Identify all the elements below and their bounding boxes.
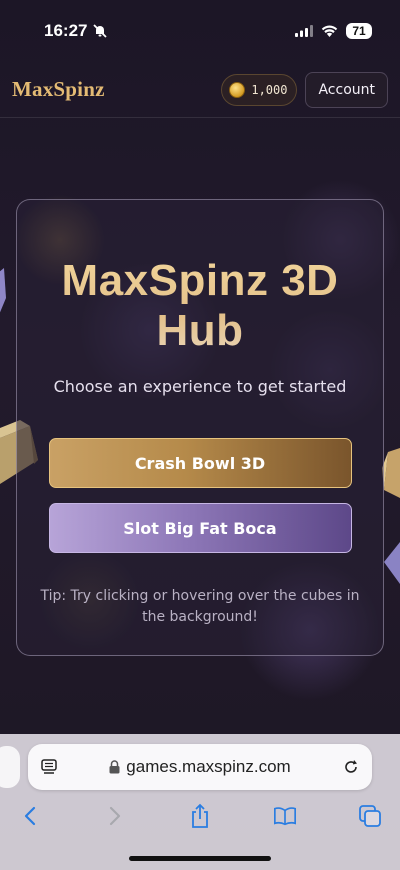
bell-slash-icon <box>93 24 108 38</box>
back-icon <box>24 806 36 826</box>
app-header: MaxSpinz 1,000 Account <box>0 62 400 118</box>
signal-icon <box>295 25 313 37</box>
header-actions: 1,000 Account <box>221 71 388 108</box>
hub-title: MaxSpinz 3D Hub <box>50 256 350 355</box>
tabs-icon <box>359 805 381 827</box>
hub-tip: Tip: Try clicking or hovering over the c… <box>40 588 360 625</box>
background-cube-right-gold[interactable] <box>382 448 400 504</box>
slot-big-fat-boca-button[interactable]: Slot Big Fat Boca <box>48 503 352 554</box>
coin-balance: 1,000 <box>221 73 298 106</box>
tabs-button[interactable] <box>358 804 382 828</box>
status-bar: 16:27 71 <box>0 0 400 62</box>
status-time-group: 16:27 <box>44 21 108 41</box>
forward-icon <box>109 806 121 826</box>
bookmarks-button[interactable] <box>273 804 297 828</box>
page-menu-icon[interactable] <box>40 758 58 776</box>
crash-bowl-button[interactable]: Crash Bowl 3D <box>48 438 352 489</box>
coin-icon <box>229 81 246 98</box>
back-button[interactable] <box>18 804 42 828</box>
brand-logo[interactable]: MaxSpinz <box>12 77 105 102</box>
battery-icon: 71 <box>346 23 372 39</box>
url-display[interactable]: games.maxspinz.com <box>58 757 342 777</box>
hub-card: MaxSpinz 3D Hub Choose an experience to … <box>16 199 384 656</box>
browser-toolbar <box>0 796 400 836</box>
share-icon <box>192 803 208 828</box>
status-time: 16:27 <box>44 21 88 40</box>
bookmarks-icon <box>274 807 296 826</box>
wifi-icon <box>321 25 338 37</box>
home-indicator[interactable] <box>129 856 271 861</box>
reload-icon[interactable] <box>342 758 360 776</box>
lock-icon <box>109 760 120 774</box>
url-text: games.maxspinz.com <box>126 757 291 776</box>
browser-chrome: games.maxspinz.com <box>0 734 400 870</box>
account-button[interactable]: Account <box>305 71 388 108</box>
hub-subtitle: Choose an experience to get started <box>53 377 347 397</box>
balance-amount: 1,000 <box>251 82 288 97</box>
forward-button[interactable] <box>103 804 127 828</box>
background-cube-left-top[interactable] <box>0 268 10 328</box>
previous-tab-stub[interactable] <box>0 746 20 788</box>
address-bar[interactable]: games.maxspinz.com <box>28 744 372 790</box>
status-right: 71 <box>295 23 372 39</box>
share-button[interactable] <box>188 803 212 828</box>
